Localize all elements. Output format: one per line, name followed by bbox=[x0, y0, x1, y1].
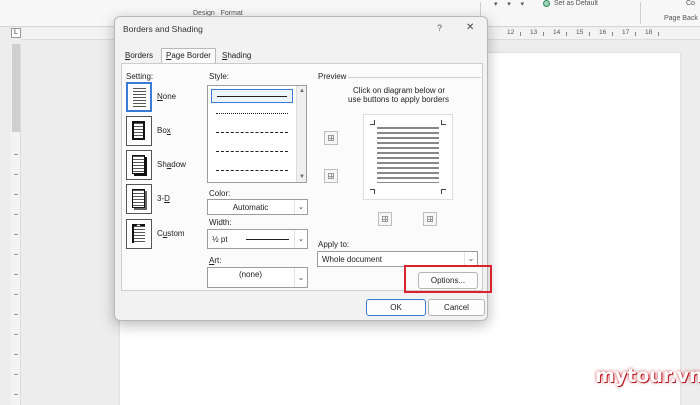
tab-borders[interactable]: Borders bbox=[121, 49, 157, 63]
chevron-down-icon: ⌄ bbox=[294, 200, 307, 214]
box-preview-icon bbox=[126, 116, 152, 146]
ruler-number: 15 bbox=[576, 29, 584, 36]
custom-preview-icon bbox=[126, 219, 152, 249]
chevron-down-icon: ⌄ bbox=[294, 230, 307, 248]
setting-option-none[interactable]: None bbox=[126, 82, 196, 112]
watermark-logo: mytour.vn bbox=[595, 365, 700, 387]
ruler-number: 16 bbox=[599, 29, 607, 36]
bottom-border-icon bbox=[328, 173, 334, 179]
tab-stop-selector[interactable]: L bbox=[11, 28, 21, 38]
setting-option-label: None bbox=[157, 92, 177, 101]
setting-option-shadow[interactable]: Shadow bbox=[126, 150, 196, 180]
art-value: (none) bbox=[238, 270, 263, 279]
style-option-solid[interactable] bbox=[211, 89, 293, 103]
options-highlight-box bbox=[404, 265, 492, 293]
setting-label: Setting: bbox=[126, 72, 154, 81]
preview-text-lines bbox=[377, 127, 439, 183]
close-icon[interactable]: ✕ bbox=[466, 22, 474, 33]
preview-label: Preview bbox=[318, 72, 347, 81]
chevron-down-icon: ⌄ bbox=[294, 268, 307, 287]
scroll-up-icon[interactable]: ▲ bbox=[298, 87, 306, 95]
width-dropdown[interactable]: ½ pt ⌄ bbox=[207, 229, 308, 249]
preview-divider bbox=[348, 77, 481, 78]
top-border-icon bbox=[328, 135, 334, 141]
vertical-ruler[interactable] bbox=[11, 44, 21, 405]
left-border-icon bbox=[382, 216, 388, 222]
tab-page-border[interactable]: Page Border bbox=[161, 48, 216, 63]
style-list[interactable]: ▲ ▼ bbox=[207, 85, 307, 183]
shadow-preview-icon bbox=[126, 150, 152, 180]
color-label: Color: bbox=[209, 189, 231, 198]
ok-button[interactable]: OK bbox=[366, 299, 426, 316]
ribbon-separator bbox=[640, 2, 641, 24]
apply-to-value: Whole document bbox=[322, 255, 383, 264]
chevron-down-icon: ⌄ bbox=[464, 252, 477, 266]
style-option-dotted[interactable] bbox=[211, 107, 293, 121]
ribbon-arrows: ▾ ▾ ▾ bbox=[494, 1, 524, 8]
width-label: Width: bbox=[209, 218, 232, 227]
setting-option-label: Shadow bbox=[157, 160, 186, 169]
3d-preview-icon bbox=[126, 184, 152, 214]
ruler-number: 14 bbox=[553, 29, 561, 36]
bottom-border-button[interactable] bbox=[324, 169, 338, 183]
art-dropdown[interactable]: (none) ⌄ bbox=[207, 267, 308, 288]
style-option-dash-dot[interactable] bbox=[211, 164, 293, 178]
preview-hint-line2: use buttons to apply borders bbox=[348, 95, 449, 104]
setting-option-label: Box bbox=[157, 126, 171, 135]
tab-shading[interactable]: Shading bbox=[218, 49, 255, 63]
set-default-radio[interactable] bbox=[543, 0, 550, 7]
apply-to-label: Apply to: bbox=[318, 240, 350, 249]
border-preview-diagram[interactable] bbox=[363, 114, 453, 200]
right-border-button[interactable] bbox=[423, 212, 437, 226]
ruler-number: 18 bbox=[645, 29, 653, 36]
dialog-title: Borders and Shading bbox=[123, 24, 203, 34]
setting-option-label: 3-D bbox=[157, 194, 170, 203]
set-default-label[interactable]: Set as Default bbox=[554, 0, 598, 7]
style-option-dashed-small[interactable] bbox=[211, 126, 293, 140]
color-dropdown[interactable]: Automatic ⌄ bbox=[207, 199, 308, 215]
page-border-panel: Setting: None Box Shadow 3-D Custom Styl… bbox=[121, 63, 483, 291]
setting-option-custom[interactable]: Custom bbox=[126, 219, 196, 249]
ruler-number: 17 bbox=[622, 29, 630, 36]
ruler-number: 13 bbox=[530, 29, 538, 36]
top-border-button[interactable] bbox=[324, 131, 338, 145]
color-value: Automatic bbox=[232, 203, 269, 212]
page-background-group-label: Page Back bbox=[664, 15, 698, 22]
setting-option-box[interactable]: Box bbox=[126, 116, 196, 146]
none-preview-icon bbox=[126, 82, 152, 112]
style-scrollbar[interactable]: ▲ ▼ bbox=[296, 86, 306, 182]
left-border-button[interactable] bbox=[378, 212, 392, 226]
preview-hint-line1: Click on diagram below or bbox=[353, 86, 446, 95]
cancel-button[interactable]: Cancel bbox=[428, 299, 485, 316]
right-border-icon bbox=[427, 216, 433, 222]
scroll-down-icon[interactable]: ▼ bbox=[298, 173, 306, 181]
art-label: Art: bbox=[209, 256, 222, 265]
ruler-margin-shade bbox=[12, 44, 20, 132]
setting-option-3d[interactable]: 3-D bbox=[126, 184, 196, 214]
style-option-dashed[interactable] bbox=[211, 145, 293, 159]
setting-option-label: Custom bbox=[157, 229, 185, 238]
style-label: Style: bbox=[209, 72, 230, 81]
ruler-number: 12 bbox=[507, 29, 515, 36]
help-icon[interactable]: ? bbox=[437, 23, 442, 33]
width-line-sample bbox=[246, 239, 289, 240]
ribbon-top-right-fragment: Co bbox=[686, 0, 695, 7]
